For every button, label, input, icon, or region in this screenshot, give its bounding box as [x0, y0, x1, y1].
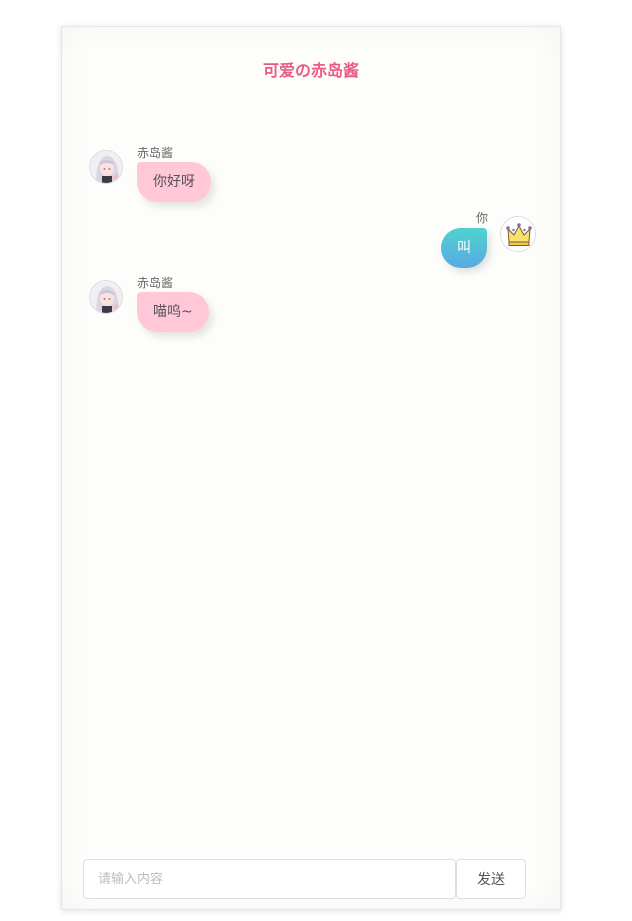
sender-name: 你 [475, 211, 488, 225]
anime-girl-avatar-icon[interactable] [89, 150, 123, 184]
sender-name: 赤岛酱 [137, 146, 174, 160]
message-bubble: 叫 [441, 228, 487, 268]
composer: 发送 [83, 859, 527, 899]
crown-icon[interactable] [500, 216, 536, 252]
message-input[interactable] [83, 859, 456, 899]
message-bubble: 喵呜~ [137, 292, 209, 332]
sender-name: 赤岛酱 [137, 276, 174, 290]
anime-girl-avatar-icon[interactable] [89, 280, 123, 314]
chat-title: 可爱の赤岛酱 [262, 61, 359, 80]
chat-window: 可爱の赤岛酱 赤岛酱 你好呀 你 叫 赤岛酱 喵呜~ 请输入内容 发送 [61, 26, 561, 910]
send-button[interactable]: 发送 [456, 859, 526, 899]
message-row-user: 你 叫 [440, 209, 536, 269]
message-bubble: 你好呀 [137, 162, 211, 202]
